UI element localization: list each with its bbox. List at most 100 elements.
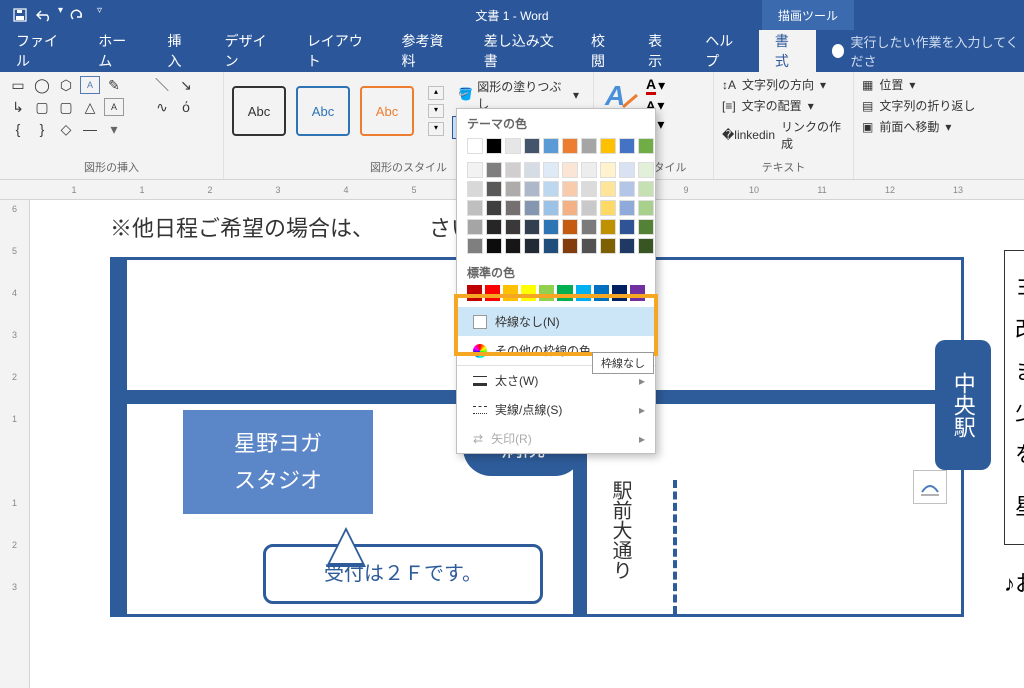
shape-tri-icon[interactable]: △ — [80, 98, 100, 116]
color-swatch[interactable] — [638, 138, 654, 154]
shape-rect-icon[interactable]: ▭ — [8, 76, 28, 94]
color-swatch[interactable] — [486, 138, 502, 154]
color-swatch[interactable] — [581, 200, 597, 216]
color-swatch[interactable] — [562, 138, 578, 154]
tab-review[interactable]: 校閲 — [575, 30, 632, 72]
color-swatch[interactable] — [486, 238, 502, 254]
color-swatch[interactable] — [638, 219, 654, 235]
tab-help[interactable]: ヘルプ — [689, 30, 759, 72]
color-swatch[interactable] — [524, 200, 540, 216]
tab-design[interactable]: デザイン — [209, 30, 291, 72]
text-fill-button[interactable]: A▾ — [646, 76, 665, 95]
layout-options-button[interactable] — [913, 470, 947, 504]
color-swatch[interactable] — [562, 219, 578, 235]
color-swatch[interactable] — [505, 138, 521, 154]
color-swatch[interactable] — [638, 162, 654, 178]
color-swatch[interactable] — [619, 200, 635, 216]
color-swatch[interactable] — [557, 285, 572, 301]
color-swatch[interactable] — [600, 138, 616, 154]
color-swatch[interactable] — [619, 162, 635, 178]
color-swatch[interactable] — [486, 181, 502, 197]
color-swatch[interactable] — [581, 219, 597, 235]
color-swatch[interactable] — [486, 200, 502, 216]
theme-shades-grid[interactable] — [457, 158, 655, 258]
edit-shape-icon[interactable]: ✎ — [104, 76, 124, 94]
color-swatch[interactable] — [467, 162, 483, 178]
color-swatch[interactable] — [543, 162, 559, 178]
color-swatch[interactable] — [505, 238, 521, 254]
shape-arrow-icon[interactable]: ↘ — [176, 76, 196, 94]
color-swatch[interactable] — [524, 162, 540, 178]
color-swatch[interactable] — [600, 181, 616, 197]
gallery-expand-icon[interactable]: ▾ — [428, 122, 444, 136]
tab-layout[interactable]: レイアウト — [291, 30, 386, 72]
contextual-tab-drawing[interactable]: 描画ツール — [762, 0, 854, 30]
color-swatch[interactable] — [505, 200, 521, 216]
shape-style-2[interactable]: Abc — [296, 86, 350, 136]
color-swatch[interactable] — [562, 181, 578, 197]
color-swatch[interactable] — [576, 285, 591, 301]
tab-file[interactable]: ファイル — [0, 30, 82, 72]
color-swatch[interactable] — [600, 162, 616, 178]
color-swatch[interactable] — [486, 162, 502, 178]
gallery-more-icon[interactable]: ▾ — [104, 120, 124, 138]
shape-circle-icon[interactable]: ◯ — [32, 76, 52, 94]
tab-mailings[interactable]: 差し込み文書 — [468, 30, 575, 72]
shape-connector-icon[interactable]: ↳ — [8, 98, 28, 116]
color-swatch[interactable] — [543, 181, 559, 197]
undo-icon[interactable] — [34, 5, 54, 25]
shape-style-1[interactable]: Abc — [232, 86, 286, 136]
color-swatch[interactable] — [467, 219, 483, 235]
shape-style-3[interactable]: Abc — [360, 86, 414, 136]
theme-colors-row[interactable] — [457, 134, 655, 158]
color-swatch[interactable] — [543, 138, 559, 154]
color-swatch[interactable] — [612, 285, 627, 301]
shape-brace2-icon[interactable]: } — [32, 120, 52, 138]
color-swatch[interactable] — [600, 238, 616, 254]
shapes-gallery[interactable]: ▭ ◯ ⬡ A ✎ ＼ ↘ ↳ ▢ ▢ △ A ∿ ό { } ◇ — ▾ — [8, 76, 198, 140]
shape-diamond-icon[interactable]: ◇ — [56, 120, 76, 138]
color-swatch[interactable] — [505, 219, 521, 235]
color-swatch[interactable] — [524, 138, 540, 154]
color-swatch[interactable] — [619, 138, 635, 154]
tell-me-search[interactable]: 実行したい作業を入力してくださ — [816, 32, 1024, 70]
color-swatch[interactable] — [581, 238, 597, 254]
color-swatch[interactable] — [638, 181, 654, 197]
color-swatch[interactable] — [505, 181, 521, 197]
tab-view[interactable]: 表示 — [632, 30, 689, 72]
save-icon[interactable] — [10, 5, 30, 25]
color-swatch[interactable] — [543, 238, 559, 254]
station-shape[interactable]: 中央駅 — [935, 340, 991, 470]
color-swatch[interactable] — [543, 219, 559, 235]
standard-colors-row[interactable] — [457, 283, 655, 307]
color-swatch[interactable] — [467, 181, 483, 197]
color-swatch[interactable] — [521, 285, 536, 301]
color-swatch[interactable] — [562, 162, 578, 178]
shape-brace-icon[interactable]: { — [8, 120, 28, 138]
color-swatch[interactable] — [505, 162, 521, 178]
color-swatch[interactable] — [467, 285, 482, 301]
color-swatch[interactable] — [600, 219, 616, 235]
draw-textbox-icon[interactable]: A — [104, 98, 124, 116]
shape-line-icon[interactable]: ＼ — [152, 76, 172, 94]
shape-line2-icon[interactable]: — — [80, 120, 100, 138]
tab-insert[interactable]: 挿入 — [151, 30, 208, 72]
color-swatch[interactable] — [467, 238, 483, 254]
create-link-button[interactable]: �linkedinリンクの作成 — [722, 118, 845, 152]
color-swatch[interactable] — [619, 181, 635, 197]
color-swatch[interactable] — [524, 181, 540, 197]
color-swatch[interactable] — [562, 200, 578, 216]
studio-shape[interactable]: 星野ヨガスタジオ — [183, 410, 373, 514]
bring-forward-button[interactable]: ▣前面へ移動▾ — [862, 118, 975, 135]
color-swatch[interactable] — [581, 138, 597, 154]
shape-curve-icon[interactable]: ∿ — [152, 98, 172, 116]
tab-home[interactable]: ホーム — [82, 30, 151, 72]
color-swatch[interactable] — [619, 219, 635, 235]
color-swatch[interactable] — [467, 200, 483, 216]
callout-shape[interactable]: 受付は２Ｆです。 — [263, 544, 543, 604]
shape-textbox-icon[interactable]: A — [80, 76, 100, 94]
color-swatch[interactable] — [638, 200, 654, 216]
color-swatch[interactable] — [562, 238, 578, 254]
color-swatch[interactable] — [503, 285, 518, 301]
color-swatch[interactable] — [524, 238, 540, 254]
